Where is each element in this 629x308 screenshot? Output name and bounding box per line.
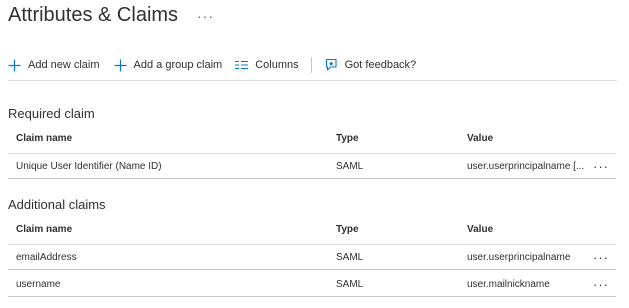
feedback-icon <box>325 58 337 71</box>
additional-header-value[interactable]: Value <box>467 224 493 235</box>
toolbar-divider <box>8 80 617 81</box>
command-bar: Add new claim Add a group claim Columns … <box>8 56 416 74</box>
claim-name-cell: username <box>16 279 61 290</box>
row-more-options-button[interactable]: ··· <box>593 251 609 264</box>
page-title: Attributes & Claims <box>8 4 179 26</box>
add-group-claim-label: Add a group claim <box>133 59 223 71</box>
claim-value-cell: user.userprincipalname [... <box>467 161 585 172</box>
plus-icon <box>8 59 21 71</box>
columns-button[interactable]: Columns <box>235 59 299 71</box>
row-divider <box>8 296 616 297</box>
required-claim-heading: Required claim <box>8 106 95 121</box>
required-header-type[interactable]: Type <box>336 133 359 144</box>
required-header-claim-name[interactable]: Claim name <box>16 133 72 144</box>
additional-header-claim-name[interactable]: Claim name <box>16 224 72 235</box>
page-more-options-button[interactable]: ··· <box>197 8 214 24</box>
claim-name-cell: Unique User Identifier (Name ID) <box>16 161 162 172</box>
row-more-options-button[interactable]: ··· <box>593 160 609 173</box>
additional-claims-heading: Additional claims <box>8 197 106 212</box>
columns-icon <box>235 60 249 70</box>
row-more-options-button[interactable]: ··· <box>593 278 609 291</box>
toolbar-separator <box>310 57 312 73</box>
feedback-label: Got feedback? <box>344 59 417 71</box>
claim-value-cell: user.userprincipalname <box>467 252 571 263</box>
claim-type-cell: SAML <box>336 161 364 172</box>
claim-type-cell: SAML <box>336 252 364 263</box>
add-new-claim-button[interactable]: Add new claim <box>8 59 100 72</box>
claim-type-cell: SAML <box>336 279 364 290</box>
claim-value-cell: user.mailnickname <box>467 279 550 290</box>
add-group-claim-button[interactable]: Add a group claim <box>114 59 223 72</box>
row-divider <box>8 178 616 179</box>
row-divider <box>8 269 616 270</box>
claim-name-cell: emailAddress <box>16 252 77 263</box>
add-new-claim-label: Add new claim <box>28 59 100 71</box>
columns-label: Columns <box>255 59 299 71</box>
additional-header-divider <box>8 244 616 245</box>
additional-header-type[interactable]: Type <box>336 224 359 235</box>
required-header-divider <box>8 153 616 154</box>
feedback-button[interactable]: Got feedback? <box>324 58 417 72</box>
required-header-value[interactable]: Value <box>467 133 493 144</box>
plus-icon <box>114 59 127 71</box>
